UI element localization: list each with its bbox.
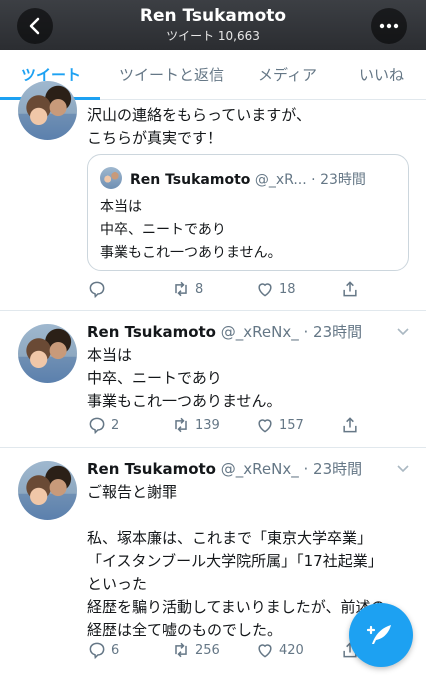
tweet-text-line: 経歴は全て嘘のものでした。 — [87, 621, 283, 639]
retweet-count: 8 — [195, 281, 204, 297]
retweet-icon — [175, 417, 187, 433]
tweet-actions: 8 18 — [87, 279, 387, 303]
quoted-handle: @_xR... — [250, 172, 307, 188]
profile-header: Ren Tsukamoto ツイート 10,663 — [0, 0, 426, 50]
quoted-text-line: 中卒、ニートであり — [100, 222, 226, 238]
tweet-text-line: 本当は — [87, 346, 133, 364]
quoted-text-line: 事業もこれ一つありません。 — [100, 245, 282, 261]
share-button[interactable] — [340, 279, 360, 299]
reply-count: 6 — [111, 642, 120, 658]
tweet-text-line: 経歴を騙り活動してまいりましたが、前述の — [87, 598, 386, 616]
tweet[interactable]: 沢山の連絡をもらっていますが、 こちらが真実です！ Ren Tsukamoto … — [0, 81, 426, 311]
tweet-text-line: 沢山の連絡をもらっていますが、 — [87, 106, 311, 124]
tweet-actions: 6 256 420 — [87, 640, 387, 664]
chevron-down-icon[interactable] — [397, 328, 409, 336]
tweet-text-line — [87, 504, 386, 527]
like-button[interactable]: 420 — [255, 640, 304, 660]
retweet-button[interactable]: 139 — [171, 415, 220, 435]
retweet-icon — [175, 281, 187, 297]
like-button[interactable]: 157 — [255, 415, 304, 435]
quoted-name: Ren Tsukamoto — [130, 172, 251, 188]
tweet-text-line: 私、塚本廉は、これまで「東京大学卒業」 — [87, 529, 373, 547]
more-dots-icon — [379, 23, 399, 29]
compose-tweet-icon — [367, 625, 391, 644]
quoted-time: · 23時間 — [306, 172, 366, 188]
like-count: 420 — [279, 642, 304, 658]
tweet-time: · 23時間 — [298, 460, 363, 478]
quoted-text: 本当は 中卒、ニートであり 事業もこれ一つありません。 — [100, 196, 282, 265]
quoted-author: Ren Tsukamoto @_xR... · 23時間 — [130, 169, 366, 189]
more-button[interactable] — [371, 8, 407, 44]
author-handle: @_xReNx_ — [215, 460, 299, 478]
profile-name: Ren Tsukamoto — [139, 6, 287, 26]
tweet-text-line: 中卒、ニートであり — [87, 369, 222, 387]
reply-count: 2 — [111, 417, 120, 433]
quoted-avatar — [100, 167, 122, 189]
reply-button[interactable]: 2 — [87, 415, 119, 435]
tweet-time: · 23時間 — [298, 323, 363, 341]
tab-tweets-and-replies[interactable]: ツイートと返信 — [119, 64, 224, 85]
tweet-author: Ren Tsukamoto @_xReNx_ · 23時間 — [87, 458, 362, 479]
tweet-text: 本当は 中卒、ニートであり 事業もこれ一つありません。 — [87, 344, 282, 413]
reply-button[interactable]: 6 — [87, 640, 119, 660]
avatar[interactable] — [18, 324, 77, 383]
compose-tweet-button[interactable] — [349, 603, 413, 667]
tweet-text-line: といった — [87, 575, 148, 593]
tweet-count: ツイート 10,663 — [166, 29, 260, 43]
heart-icon — [258, 283, 272, 297]
tab-media[interactable]: メディア — [258, 64, 317, 85]
heart-icon — [258, 419, 272, 433]
tweet-text: 沢山の連絡をもらっていますが、 こちらが真実です！ — [87, 104, 311, 150]
reply-icon — [89, 642, 105, 660]
share-icon — [343, 281, 357, 297]
tab-likes[interactable]: いいね — [359, 64, 404, 85]
tweet-author: Ren Tsukamoto @_xReNx_ · 23時間 — [87, 321, 362, 342]
heart-icon — [258, 644, 272, 658]
retweet-count: 139 — [195, 417, 220, 433]
tweet-actions: 2 139 157 — [87, 415, 387, 439]
retweet-button[interactable]: 256 — [171, 640, 220, 660]
like-count: 157 — [279, 417, 304, 433]
like-count: 18 — [279, 281, 296, 297]
tweet-text-line: ご報告と謝罪 — [87, 483, 178, 501]
retweet-button[interactable]: 8 — [171, 279, 203, 299]
chevron-down-icon[interactable] — [397, 465, 409, 473]
tweet[interactable]: Ren Tsukamoto @_xReNx_ · 23時間 本当は 中卒、ニート… — [0, 311, 426, 448]
author-handle: @_xReNx_ — [215, 323, 299, 341]
reply-icon — [89, 281, 105, 299]
quoted-text-line: 本当は — [100, 199, 142, 215]
author-name: Ren Tsukamoto — [87, 460, 216, 478]
avatar[interactable] — [18, 81, 77, 140]
retweet-icon — [175, 642, 187, 658]
tweet-text: ご報告と謝罪 私、塚本廉は、これまで「東京大学卒業」 「イスタンブール大学院所属… — [87, 481, 386, 642]
share-button[interactable] — [340, 415, 360, 435]
avatar[interactable] — [18, 461, 77, 520]
reply-icon — [89, 417, 105, 435]
like-button[interactable]: 18 — [255, 279, 296, 299]
quoted-tweet[interactable]: Ren Tsukamoto @_xR... · 23時間 本当は 中卒、ニートで… — [87, 154, 409, 271]
tweet-text-line: 事業もこれ一つありません。 — [87, 392, 282, 410]
author-name: Ren Tsukamoto — [87, 323, 216, 341]
reply-button[interactable] — [87, 279, 111, 299]
share-icon — [343, 417, 357, 433]
retweet-count: 256 — [195, 642, 220, 658]
tweet-text-line: 「イスタンブール大学院所属」「17社起業」 — [87, 552, 383, 570]
tweet-text-line: こちらが真実です！ — [87, 129, 223, 147]
